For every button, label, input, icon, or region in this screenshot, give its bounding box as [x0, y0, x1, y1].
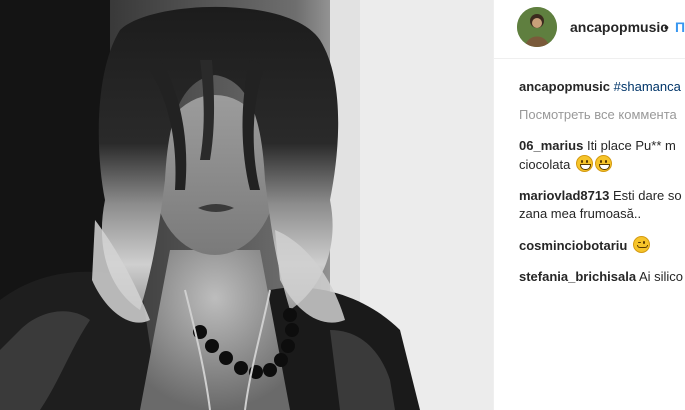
winking-face-emoji-icon: [632, 236, 650, 253]
comment-text: zana mea frumoasă..: [519, 206, 642, 221]
comments-section: ancapopmusic #shamanca Посмотреть все ко…: [519, 78, 685, 286]
comment-text: ciocolata: [519, 157, 571, 172]
comment-text: Ai silico: [638, 269, 684, 284]
instagram-post-view: ancapopmusic • П ancapopmusic #shamanca …: [0, 0, 685, 410]
comment-username[interactable]: 06_marius: [519, 138, 583, 153]
post-side-panel: ancapopmusic • П ancapopmusic #shamanca …: [493, 0, 685, 410]
follow-button[interactable]: П: [675, 19, 685, 35]
post-username-link[interactable]: ancapopmusic: [570, 19, 668, 35]
comment-item: cosminciobotariu: [519, 236, 685, 255]
comment-item: 06_marius Iti place Pu** m ciocolata: [519, 137, 685, 174]
comment-username[interactable]: mariovlad8713: [519, 188, 609, 203]
caption-hashtag[interactable]: #shamanca: [614, 79, 681, 94]
user-avatar[interactable]: [517, 7, 557, 47]
grinning-face-emoji-icon: [594, 155, 612, 172]
avatar-image: [517, 7, 557, 47]
separator-dot: •: [664, 19, 669, 35]
caption-username[interactable]: ancapopmusic: [519, 79, 610, 94]
view-all-comments-link[interactable]: Посмотреть все коммента: [519, 106, 685, 124]
comment-username[interactable]: stefania_brichisala: [519, 269, 636, 284]
post-photo[interactable]: [0, 0, 493, 410]
grinning-face-emoji-icon: [575, 155, 593, 172]
caption: ancapopmusic #shamanca: [519, 78, 685, 96]
post-header: ancapopmusic • П: [494, 0, 685, 59]
comment-username[interactable]: cosminciobotariu: [519, 238, 627, 253]
comment-item: mariovlad8713 Esti dare so zana mea frum…: [519, 187, 685, 223]
comment-text: Iti place Pu** m: [586, 138, 676, 153]
comment-text: Esti dare so: [612, 188, 682, 203]
comment-item: stefania_brichisala Ai silico: [519, 268, 685, 286]
post-photo-image: [0, 0, 493, 410]
